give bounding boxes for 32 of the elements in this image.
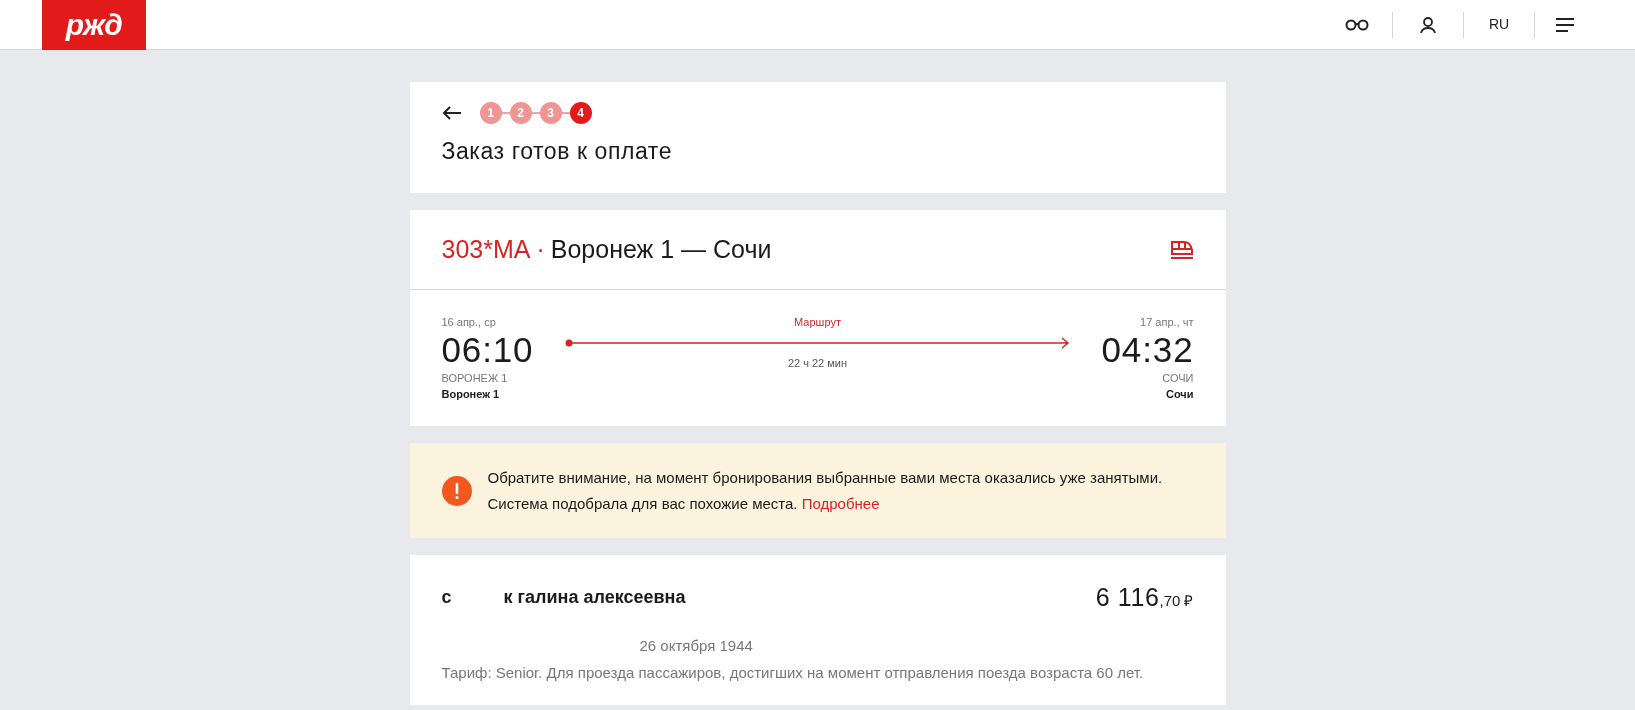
page-title: Заказ готов к оплате <box>441 137 674 166</box>
arrival-date: 17 апр., чт <box>1140 315 1194 330</box>
more-link[interactable]: Подробнее <box>801 494 880 512</box>
notice-text: Обратите внимание, на момент бронирования выбранные вами места оказались уже занятыми. Система подобрала для вас похожие места. Подробнее <box>487 467 1164 514</box>
price-fraction: ,70 ₽ <box>1159 591 1194 611</box>
step-indicator: 4 <box>569 102 592 124</box>
passenger-name: с <box>441 586 452 610</box>
step-indicator: 2 <box>509 102 532 124</box>
step-indicator: 3 <box>539 102 562 124</box>
logo[interactable]: ржд <box>42 0 146 50</box>
arrival-time: 04:32 <box>1101 330 1194 369</box>
train-number: 303*МА <box>441 233 531 265</box>
step-indicator: 1 <box>479 102 502 124</box>
route-link[interactable]: Маршрут <box>794 314 841 331</box>
tariff-text: Тариф: Senior. Для проезда пассажиров, достигших на момент отправления поезда возраста 60 лет. <box>441 663 1145 683</box>
arrival-station-code: СОЧИ <box>1162 370 1194 386</box>
back-arrow-icon[interactable] <box>441 106 464 120</box>
departure-station: Воронеж 1 <box>441 387 501 402</box>
departure-station-code: ВОРОНЕЖ 1 <box>441 370 509 386</box>
train-icon <box>1169 239 1194 260</box>
route-title: Воронеж 1 — Сочи <box>550 233 772 265</box>
separator-dot: · <box>536 233 545 265</box>
birth-date: 26 октября 1944 <box>639 635 754 656</box>
price: 6 116 <box>1095 582 1160 613</box>
passenger-name: к галина алексеевна <box>503 586 686 610</box>
arrival-station: Сочи <box>1165 387 1194 402</box>
language-button[interactable]: RU <box>1464 14 1534 35</box>
departure-date: 16 апр., ср <box>441 315 497 330</box>
logo-text: ржд <box>65 10 123 40</box>
warning-icon <box>441 475 472 506</box>
departure-time: 06:10 <box>441 330 535 369</box>
trip-duration: 22 ч 22 мин <box>787 355 848 371</box>
